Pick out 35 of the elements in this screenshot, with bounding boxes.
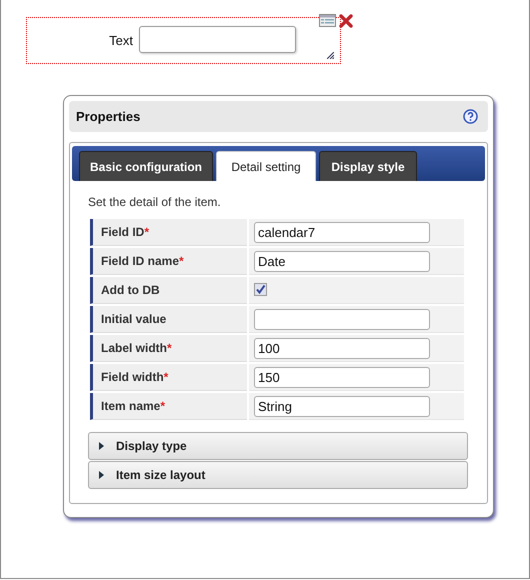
accordion-header[interactable]: Item size layout: [88, 461, 468, 489]
checkbox[interactable]: [254, 282, 267, 296]
dialog-title: Properties: [76, 109, 140, 124]
input-field[interactable]: [254, 308, 430, 330]
caret-right-icon: [99, 471, 104, 479]
required-mark: *: [167, 341, 172, 355]
field-label: Label width*: [90, 335, 247, 362]
caret-right-icon: [99, 442, 104, 450]
tab[interactable]: Detail setting: [216, 151, 316, 181]
tab[interactable]: Display style: [319, 151, 417, 181]
input-field[interactable]: String: [254, 396, 430, 416]
field-label: Text: [109, 33, 133, 48]
field-label: Field ID name*: [90, 248, 247, 275]
field-label: Field width*: [90, 364, 247, 391]
input-field[interactable]: calendar7: [254, 222, 430, 242]
field-label: Add to DB: [90, 277, 247, 304]
help-icon[interactable]: [463, 109, 478, 124]
input-field[interactable]: 100: [254, 338, 430, 358]
input-field[interactable]: [139, 26, 296, 53]
widget-frame[interactable]: Text: [26, 17, 341, 64]
required-mark: *: [160, 399, 166, 413]
field-label: Initial value: [90, 306, 247, 333]
resize-handle-icon[interactable]: [327, 52, 334, 59]
required-mark: *: [164, 370, 168, 384]
required-mark: *: [144, 225, 150, 239]
accordion-header[interactable]: Display type: [88, 432, 468, 460]
table-icon[interactable]: [319, 14, 336, 27]
field-label: Field ID*: [90, 219, 247, 246]
close-icon[interactable]: [339, 14, 353, 28]
description-text: Set the detail of the item.: [88, 195, 222, 209]
input-field[interactable]: 150: [254, 366, 430, 388]
required-mark: *: [179, 254, 184, 268]
input-field[interactable]: Date: [254, 250, 430, 272]
tab[interactable]: Basic configuration: [79, 151, 213, 181]
field-label: Item name*: [90, 393, 247, 420]
